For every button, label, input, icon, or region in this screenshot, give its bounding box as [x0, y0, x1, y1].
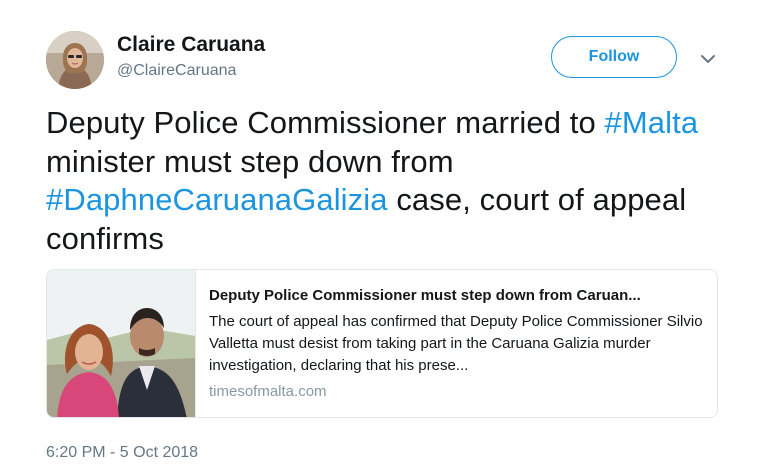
- card-description: The court of appeal has confirmed that D…: [209, 313, 703, 374]
- tweet-text-segment: minister must step down from: [46, 143, 454, 179]
- hashtag-link[interactable]: #Malta: [605, 105, 699, 140]
- hashtag-link[interactable]: #DaphneCaruanaGalizia: [46, 182, 388, 217]
- link-preview-card[interactable]: Deputy Police Commissioner must step dow…: [46, 269, 718, 418]
- chevron-down-icon[interactable]: [697, 48, 719, 70]
- card-title: Deputy Police Commissioner must step dow…: [209, 287, 641, 304]
- card-thumbnail: [47, 270, 196, 417]
- tweet-timestamp[interactable]: 6:20 PM - 5 Oct 2018: [46, 444, 198, 462]
- user-handle[interactable]: @ClaireCaruana: [117, 62, 236, 80]
- tweet-text: Deputy Police Commissioner married to #M…: [46, 104, 736, 258]
- tweet-text-segment: Deputy Police Commissioner married to: [46, 105, 605, 140]
- avatar[interactable]: [46, 31, 104, 89]
- display-name[interactable]: Claire Caruana: [117, 33, 265, 57]
- follow-button[interactable]: Follow: [551, 36, 677, 78]
- card-domain: timesofmalta.com: [209, 383, 327, 400]
